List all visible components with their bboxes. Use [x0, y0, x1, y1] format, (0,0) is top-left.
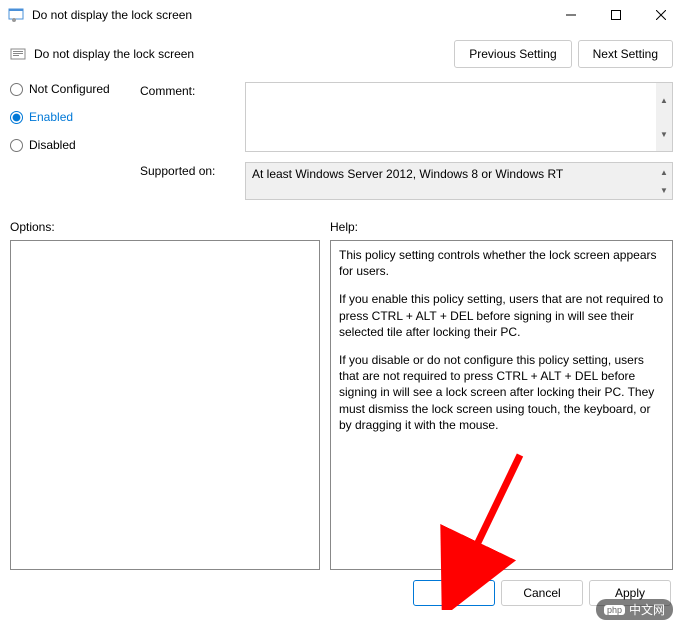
radio-disabled[interactable]: Disabled	[10, 138, 130, 152]
header-row: Do not display the lock screen Previous …	[0, 30, 683, 68]
policy-title: Do not display the lock screen	[34, 47, 454, 61]
radio-enabled-label: Enabled	[29, 110, 73, 124]
app-icon	[8, 7, 24, 23]
window-title: Do not display the lock screen	[32, 8, 548, 22]
options-label: Options:	[10, 220, 330, 234]
radio-enabled[interactable]: Enabled	[10, 110, 130, 124]
cancel-button[interactable]: Cancel	[501, 580, 583, 606]
previous-setting-button[interactable]: Previous Setting	[454, 40, 571, 68]
radio-group: Not Configured Enabled Disabled	[10, 82, 130, 200]
supported-on-text: At least Windows Server 2012, Windows 8 …	[252, 167, 563, 181]
titlebar: Do not display the lock screen	[0, 0, 683, 30]
maximize-button[interactable]	[593, 0, 638, 30]
window-controls	[548, 0, 683, 30]
help-paragraph: If you disable or do not configure this …	[339, 352, 664, 433]
panels-row: This policy setting controls whether the…	[0, 240, 683, 570]
ok-button[interactable]: OK	[413, 580, 495, 606]
help-panel: This policy setting controls whether the…	[330, 240, 673, 570]
scroll-up-icon[interactable]: ▲	[656, 83, 672, 117]
help-paragraph: If you enable this policy setting, users…	[339, 291, 664, 340]
radio-not-configured[interactable]: Not Configured	[10, 82, 130, 96]
radio-disabled-label: Disabled	[29, 138, 76, 152]
section-labels: Options: Help:	[0, 210, 683, 240]
radio-not-configured-label: Not Configured	[29, 82, 110, 96]
close-button[interactable]	[638, 0, 683, 30]
comment-label: Comment:	[140, 82, 235, 152]
footer-buttons: OK Cancel Apply	[0, 570, 683, 616]
config-section: Not Configured Enabled Disabled Comment:…	[0, 68, 683, 210]
scroll-down-icon[interactable]: ▼	[656, 117, 672, 151]
next-setting-button[interactable]: Next Setting	[578, 40, 673, 68]
comment-textarea[interactable]: ▲ ▼	[245, 82, 673, 152]
policy-icon	[10, 46, 26, 62]
scroll-down-icon[interactable]: ▼	[656, 181, 672, 199]
radio-not-configured-input[interactable]	[10, 83, 23, 96]
watermark: 中文网	[596, 599, 673, 620]
minimize-button[interactable]	[548, 0, 593, 30]
radio-disabled-input[interactable]	[10, 139, 23, 152]
supported-label: Supported on:	[140, 162, 235, 200]
options-panel	[10, 240, 320, 570]
radio-enabled-input[interactable]	[10, 111, 23, 124]
supported-on-box: At least Windows Server 2012, Windows 8 …	[245, 162, 673, 200]
help-paragraph: This policy setting controls whether the…	[339, 247, 664, 279]
help-label: Help:	[330, 220, 673, 234]
scroll-up-icon[interactable]: ▲	[656, 163, 672, 181]
